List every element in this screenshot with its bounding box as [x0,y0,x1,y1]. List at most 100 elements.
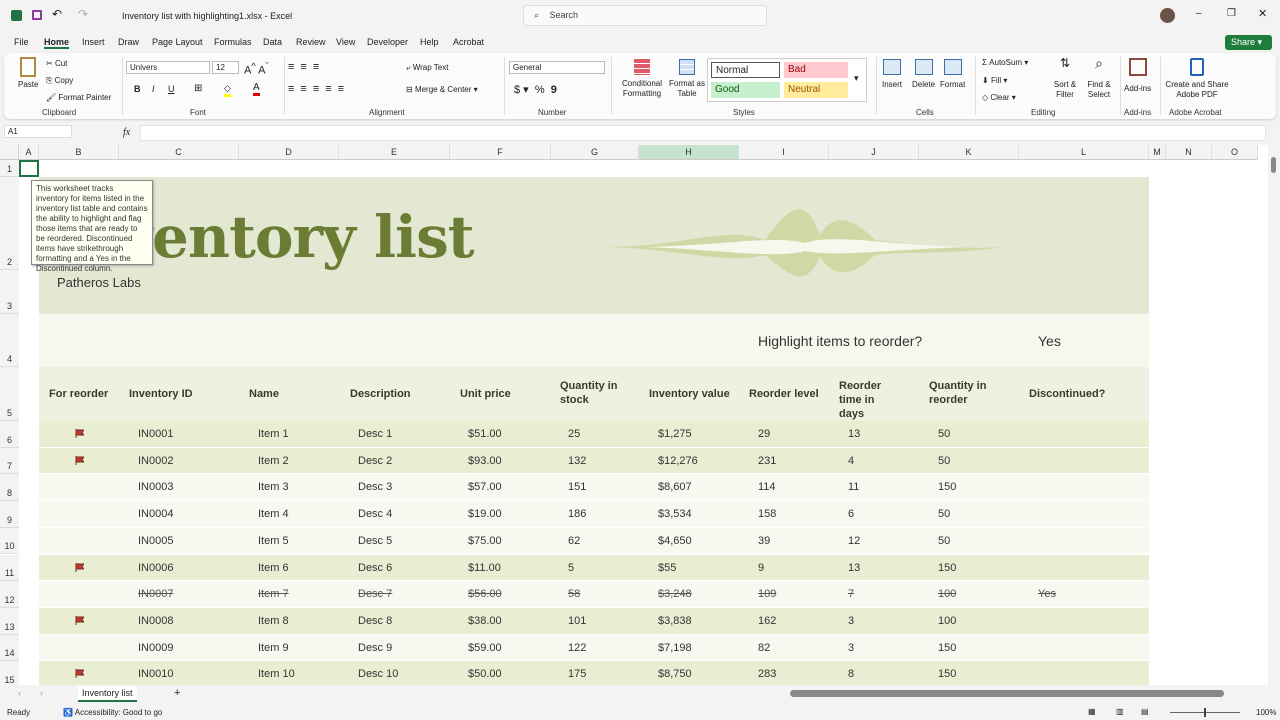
cell-name[interactable]: Item 2 [258,455,289,467]
number-format-select[interactable]: General [509,61,605,74]
avatar[interactable] [1160,8,1175,23]
column-heading[interactable]: Unit price [460,387,511,401]
tab-page-layout[interactable]: Page Layout [152,37,203,47]
column-heading[interactable]: Reorder time in days [839,379,901,421]
cell-id[interactable]: IN0005 [138,535,173,547]
cut-button[interactable]: ✂ Cut [46,59,67,68]
cell-id[interactable]: IN0009 [138,642,173,654]
cell-qty[interactable]: 175 [568,668,586,680]
column-header-A[interactable]: A [19,145,39,160]
cell-value[interactable]: $8,750 [658,668,692,680]
cell-qty[interactable]: 151 [568,481,586,493]
cell-reorder[interactable]: 150 [938,668,956,680]
selected-cell-a1[interactable] [19,160,39,177]
cell-level[interactable]: 82 [758,642,770,654]
row-header-4[interactable]: 4 [0,314,19,367]
cell-reorder[interactable]: 50 [938,455,950,467]
table-row[interactable] [39,474,1149,502]
row-header-9[interactable]: 9 [0,501,19,528]
cell-name[interactable]: Item 3 [258,481,289,493]
font-size-select[interactable]: 12 [212,61,239,74]
cell-id[interactable]: IN0001 [138,428,173,440]
cell-qty[interactable]: 186 [568,508,586,520]
cell-desc[interactable]: Desc 8 [358,615,392,627]
column-header-F[interactable]: F [450,145,551,160]
find-select-button[interactable]: ⌕ Find & Select [1084,56,1114,100]
cell-level[interactable]: 158 [758,508,776,520]
minimize-button[interactable]: – [1196,8,1202,19]
cell-id[interactable]: IN0010 [138,668,173,680]
column-header-C[interactable]: C [119,145,239,160]
cell-id[interactable]: IN0002 [138,455,173,467]
tab-developer[interactable]: Developer [367,37,408,47]
cell-desc[interactable]: Desc 6 [358,562,392,574]
bold-button[interactable]: B [134,84,141,94]
cell-days[interactable]: 13 [848,562,860,574]
column-header-I[interactable]: I [739,145,829,160]
tab-formulas[interactable]: Formulas [214,37,252,47]
column-heading[interactable]: Description [350,387,411,401]
currency-button[interactable]: $ ▾ % 9 [514,83,557,96]
cell-desc[interactable]: Desc 2 [358,455,392,467]
cell-days[interactable]: 4 [848,455,854,467]
prev-sheet-icon[interactable]: ‹ [18,688,21,698]
tab-help[interactable]: Help [420,37,439,47]
cell-value[interactable]: $4,650 [658,535,692,547]
cell-value[interactable]: $3,248 [658,588,692,600]
align-left-icon[interactable]: ≡≡≡≡≡ [288,83,350,95]
row-header-10[interactable]: 10 [0,527,19,555]
font-color-icon[interactable]: A [253,82,260,96]
column-header-B[interactable]: B [39,145,119,160]
search-input[interactable]: ⌕ Search [523,5,767,26]
cell-name[interactable]: Item 6 [258,562,289,574]
next-sheet-icon[interactable]: › [40,688,43,698]
cell-qty[interactable]: 122 [568,642,586,654]
wrap-text-button[interactable]: ⤶ Wrap Text [406,63,448,73]
table-row[interactable] [39,421,1149,448]
tab-home[interactable]: Home [44,37,70,49]
cell-id[interactable]: IN0007 [138,588,173,600]
table-row[interactable] [39,447,1149,475]
table-row[interactable] [39,607,1149,635]
tab-file[interactable]: File [14,37,29,47]
table-row[interactable] [39,634,1149,662]
select-all-corner[interactable] [0,145,19,160]
cell-value[interactable]: $55 [658,562,676,574]
row-header-5[interactable]: 5 [0,367,19,421]
style-normal[interactable]: Normal [711,62,780,78]
cell-value[interactable]: $3,534 [658,508,692,520]
cell-value[interactable]: $1,275 [658,428,692,440]
row-header-13[interactable]: 13 [0,607,19,635]
close-button[interactable]: ✕ [1258,7,1267,20]
grow-font-icon[interactable]: A^ Aˇ [244,61,269,77]
column-heading[interactable]: Quantity in stock [560,379,622,407]
cell-name[interactable]: Item 10 [258,668,295,680]
cell-price[interactable]: $93.00 [468,455,502,467]
cell-days[interactable]: 3 [848,615,854,627]
cell-qty[interactable]: 25 [568,428,580,440]
cell-qty[interactable]: 5 [568,562,574,574]
cell-price[interactable]: $50.00 [468,668,502,680]
cell-qty[interactable]: 62 [568,535,580,547]
redo-icon[interactable]: ↷ [78,7,88,21]
cell-name[interactable]: Item 9 [258,642,289,654]
cell-desc[interactable]: Desc 5 [358,535,392,547]
tab-insert[interactable]: Insert [82,37,105,47]
cell-price[interactable]: $19.00 [468,508,502,520]
cell-price[interactable]: $51.00 [468,428,502,440]
tab-acrobat[interactable]: Acrobat [453,37,484,47]
cell-reorder[interactable]: 100 [938,588,956,600]
fill-color-icon[interactable]: ◇ [224,83,231,97]
column-heading[interactable]: For reorder [49,387,108,401]
cell-reorder[interactable]: 150 [938,562,956,574]
row-header-6[interactable]: 6 [0,421,19,448]
styles-more-icon[interactable]: ▾ [854,73,859,84]
zoom-level[interactable]: 100% [1256,708,1276,717]
column-header-H[interactable]: H [639,145,739,160]
cell-value[interactable]: $12,276 [658,455,698,467]
cell-price[interactable]: $57.00 [468,481,502,493]
cell-level[interactable]: 231 [758,455,776,467]
column-header-O[interactable]: O [1212,145,1258,160]
column-heading[interactable]: Inventory value [649,387,730,401]
column-header-N[interactable]: N [1166,145,1212,160]
